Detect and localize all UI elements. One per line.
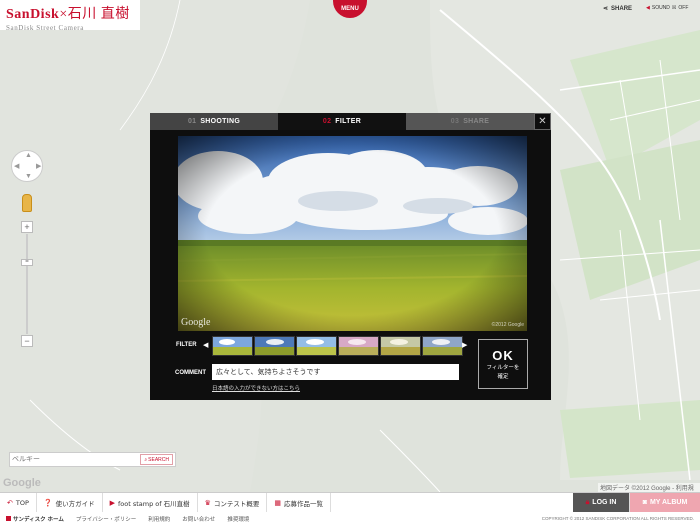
search-button[interactable]: ⌕ SEARCH bbox=[140, 454, 173, 465]
my-album-button[interactable]: ◙ MY ALBUM bbox=[630, 493, 700, 512]
logo-subtitle: SanDisk Street Camera bbox=[6, 24, 84, 32]
search-button-label: SEARCH bbox=[148, 456, 169, 463]
trophy-icon: ♛ bbox=[204, 498, 211, 507]
share-icon: ⋖ bbox=[603, 6, 609, 12]
pan-right-icon: ▶ bbox=[36, 163, 42, 170]
sound-label: SOUND bbox=[651, 5, 670, 11]
footer-contest-link[interactable]: ♛ コンテスト概要 bbox=[198, 493, 268, 512]
google-map-logo: Google bbox=[3, 477, 41, 489]
tab-number: 01 bbox=[187, 118, 197, 125]
tab-filter[interactable]: 02 FILTER bbox=[278, 113, 406, 130]
privacy-link[interactable]: プライバシー・ポリシー bbox=[76, 515, 136, 523]
filter-label: FILTER bbox=[176, 342, 197, 348]
comment-label: COMMENT bbox=[175, 370, 206, 376]
login-label: LOG IN bbox=[592, 499, 617, 506]
close-icon: ✕ bbox=[538, 116, 547, 127]
ok-sublabel-2: 確定 bbox=[497, 374, 509, 380]
filter-thumb[interactable] bbox=[296, 336, 337, 356]
footer-guide-link[interactable]: ❓ 使い方ガイド bbox=[37, 493, 103, 512]
arrow-back-icon: ↶ bbox=[7, 498, 13, 507]
step-tabs: 01 SHOOTING 02 FILTER 03 SHARE bbox=[150, 113, 534, 130]
confirm-filter-button[interactable]: OK フィルターを 確定 bbox=[478, 339, 528, 389]
contact-link[interactable]: お問い合わせ bbox=[182, 515, 215, 523]
filter-thumb[interactable] bbox=[422, 336, 463, 356]
filter-thumb[interactable] bbox=[212, 336, 253, 356]
home-label: サンディスク ホーム bbox=[13, 516, 64, 523]
lock-icon: 🔒︎ bbox=[585, 498, 590, 506]
tab-number: 02 bbox=[322, 118, 332, 125]
camera-icon: ◙ bbox=[642, 499, 647, 506]
footer-item-label: 応募作品一覧 bbox=[284, 499, 324, 508]
album-label: MY ALBUM bbox=[649, 499, 688, 506]
requirements-link[interactable]: 推奨環境 bbox=[227, 515, 249, 523]
comment-input[interactable] bbox=[212, 364, 459, 380]
sandisk-home-link[interactable]: サンディスク ホーム bbox=[6, 515, 64, 523]
zoom-out-button[interactable]: − bbox=[21, 335, 33, 347]
search-icon: ⌕ bbox=[144, 456, 148, 463]
speaker-icon: ◀ bbox=[646, 5, 650, 11]
tab-shooting[interactable]: 01 SHOOTING bbox=[150, 113, 278, 130]
home-square-icon bbox=[6, 516, 11, 521]
footer-video-link[interactable]: ▶ foot stamp of 石川直樹 bbox=[103, 493, 198, 512]
share-button[interactable]: ⋖ SHARE bbox=[603, 5, 633, 13]
logo-brand: SanDisk bbox=[6, 7, 60, 22]
pan-left-icon: ◀ bbox=[14, 163, 20, 170]
filter-thumb[interactable] bbox=[254, 336, 295, 356]
terms-link[interactable]: 利用規約 bbox=[148, 515, 170, 523]
photo-copyright: ©2012 Google bbox=[491, 322, 524, 328]
zoom-in-button[interactable]: + bbox=[21, 221, 33, 233]
japanese-input-help-link[interactable]: 日本語の入力ができない方はこちら bbox=[212, 384, 300, 392]
copyright: COPYRIGHT © 2012 SANDISK CORPORATION ALL… bbox=[541, 516, 694, 521]
map-search-input[interactable] bbox=[12, 456, 137, 463]
footer-nav: ↶ TOP ❓ 使い方ガイド ▶ foot stamp of 石川直樹 ♛ コンテスト概… bbox=[0, 492, 700, 512]
filter-thumbnails bbox=[212, 336, 463, 356]
photo-image bbox=[178, 136, 527, 331]
close-button[interactable]: ✕ bbox=[534, 113, 551, 130]
footer-item-label: TOP bbox=[15, 498, 29, 507]
footer-top-link[interactable]: ↶ TOP bbox=[0, 493, 37, 512]
tab-share: 03 SHARE bbox=[406, 113, 534, 130]
logo-collab: ×石川 直樹 bbox=[59, 7, 130, 22]
share-label: SHARE bbox=[611, 5, 633, 12]
filter-thumb[interactable] bbox=[338, 336, 379, 356]
zoom-slider-handle[interactable]: = bbox=[21, 259, 33, 266]
map-pan-control[interactable]: ▲ ▼ ◀ ▶ bbox=[11, 150, 43, 182]
sound-toggle[interactable]: ◀ SOUND ☒ OFF bbox=[646, 5, 688, 11]
footer-entries-link[interactable]: ▦ 応募作品一覧 bbox=[267, 493, 332, 512]
tab-label: FILTER bbox=[335, 118, 362, 125]
footer-item-label: 使い方ガイド bbox=[55, 499, 95, 508]
help-icon: ❓ bbox=[43, 498, 53, 507]
video-icon: ▶ bbox=[109, 498, 115, 507]
street-view-photo: Google ©2012 Google bbox=[178, 136, 527, 331]
menu-label: MENU bbox=[341, 6, 359, 12]
map-search-box: ⌕ SEARCH bbox=[9, 452, 176, 467]
tab-label: SHARE bbox=[463, 118, 490, 125]
filter-thumb[interactable] bbox=[380, 336, 421, 356]
street-view-pegman-icon[interactable] bbox=[22, 194, 32, 212]
pan-down-icon: ▼ bbox=[25, 173, 32, 180]
pan-up-icon: ▲ bbox=[25, 152, 32, 159]
zoom-slider-track[interactable] bbox=[26, 234, 28, 334]
grid-icon: ▦ bbox=[274, 498, 282, 507]
sound-off-icon: ☒ bbox=[671, 5, 677, 11]
footer-item-label: foot stamp of 石川直樹 bbox=[118, 499, 190, 508]
tab-number: 03 bbox=[450, 118, 460, 125]
filter-next-arrow-icon[interactable]: ▶ bbox=[462, 341, 467, 349]
sub-footer: サンディスク ホーム プライバシー・ポリシー 利用規約 お問い合わせ 推奨環境 … bbox=[0, 512, 700, 525]
sound-state: OFF bbox=[678, 5, 689, 11]
tab-label: SHOOTING bbox=[200, 118, 241, 125]
login-button[interactable]: 🔒︎ LOG IN bbox=[573, 493, 630, 512]
site-logo[interactable]: SanDisk×石川 直樹 SanDisk Street Camera bbox=[0, 0, 140, 32]
footer-item-label: コンテスト概要 bbox=[213, 499, 260, 508]
ok-sublabel-1: フィルターを bbox=[486, 365, 520, 371]
ok-label: OK bbox=[492, 348, 514, 363]
filter-prev-arrow-icon[interactable]: ◀ bbox=[203, 341, 208, 349]
photo-google-watermark: Google bbox=[181, 317, 211, 328]
filter-dialog: 01 SHOOTING 02 FILTER 03 SHARE ✕ Google … bbox=[150, 113, 551, 400]
